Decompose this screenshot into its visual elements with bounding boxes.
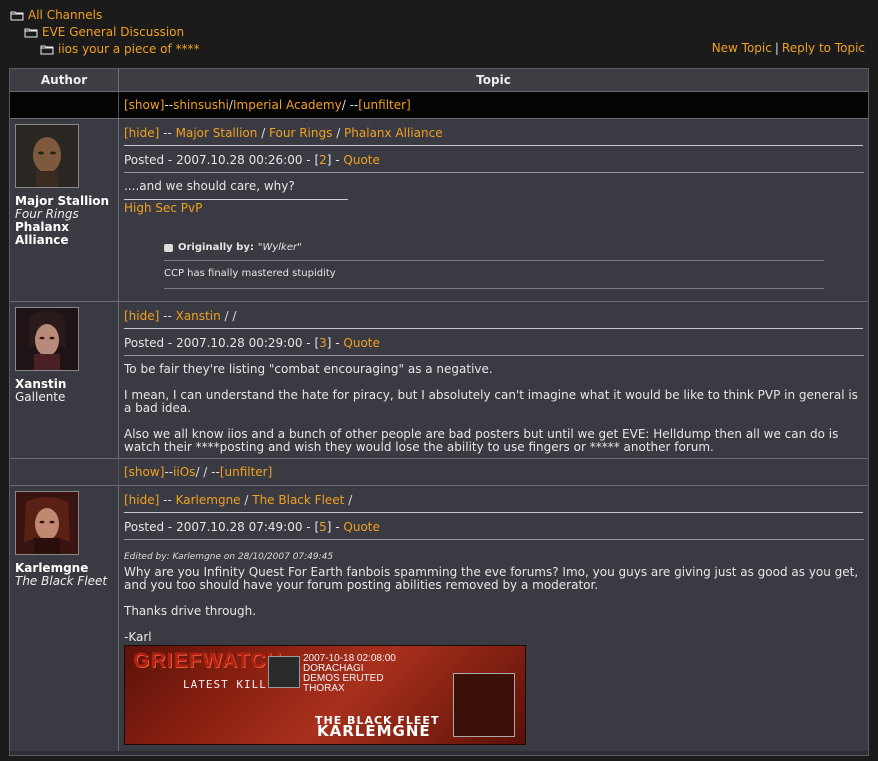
separator: | (774, 41, 779, 55)
author-cell: Karlemgne The Black Fleet (10, 486, 119, 751)
post-body: ....and we should care, why? High Sec Pv… (124, 173, 864, 289)
post-number-link[interactable]: 5 (319, 520, 327, 534)
banner-title: GRIEFWATCH (133, 649, 283, 672)
table-header: Author Topic (10, 69, 868, 92)
corp-link[interactable]: Imperial Academy (233, 98, 342, 112)
avatar (15, 124, 79, 188)
breadcrumb-item-topic[interactable]: iios your a piece of **** (10, 41, 200, 58)
hide-link[interactable]: [hide] (124, 493, 159, 507)
ship-icon (268, 656, 300, 688)
quote-link[interactable]: Quote (343, 153, 379, 167)
reply-to-topic-link[interactable]: Reply to Topic (782, 41, 865, 55)
post-meta: Posted - 2007.10.28 07:49:00 - [5] - Quo… (124, 513, 864, 540)
post-text: ....and we should care, why? (124, 179, 295, 193)
griefwatch-signature-banner[interactable]: GRIEFWATCH LATEST KILL 2007-10-18 02:08:… (124, 645, 526, 745)
author-corp: The Black Fleet (15, 574, 108, 588)
posted-date: Posted - 2007.10.28 00:29:00 - [ (124, 336, 320, 350)
avatar (15, 307, 79, 371)
posted-date: Posted - 2007.10.28 07:49:00 - [ (124, 520, 320, 534)
breadcrumb-item-eve-general[interactable]: EVE General Discussion (10, 24, 200, 41)
corp-link[interactable]: Four Rings (269, 126, 332, 140)
banner-pilot: KARLEMGNE (317, 722, 431, 740)
corp-link[interactable]: The Black Fleet (252, 493, 344, 507)
filter-line: [show] -- shinsushi / Imperial Academy /… (124, 98, 411, 112)
author-cell: Major Stallion Four Rings Phalanx Allian… (10, 119, 119, 301)
quote-block: Originally by: "Wylker" CCP has finally … (164, 241, 824, 289)
post-row: Major Stallion Four Rings Phalanx Allian… (10, 119, 868, 302)
quote-author: "Wylker" (257, 242, 302, 253)
post-content: [hide] -- Major Stallion / Four Rings / … (119, 119, 868, 301)
post-header: [hide] -- Xanstin / / (124, 307, 863, 329)
quote-text: CCP has finally mastered stupidity (164, 267, 824, 289)
portrait-image (453, 673, 515, 737)
breadcrumb-label[interactable]: All Channels (28, 7, 102, 24)
speech-bubble-icon (164, 243, 173, 252)
post-meta: Posted - 2007.10.28 00:26:00 - [2] - Quo… (124, 146, 864, 173)
post-header: [hide] -- Major Stallion / Four Rings / … (124, 124, 863, 146)
author-link[interactable]: Xanstin (176, 309, 221, 323)
show-link[interactable]: [show] (124, 465, 164, 479)
show-link[interactable]: [show] (124, 98, 164, 112)
hide-link[interactable]: [hide] (124, 126, 159, 140)
quote-label: Originally by: (178, 242, 254, 253)
post-content: [hide] -- Xanstin / / Posted - 2007.10.2… (119, 302, 868, 458)
folder-icon (10, 11, 24, 21)
topic-actions: New Topic | Reply to Topic (712, 41, 865, 55)
breadcrumb-label[interactable]: EVE General Discussion (42, 24, 184, 41)
post-meta: Posted - 2007.10.28 00:29:00 - [3] - Quo… (124, 329, 864, 356)
post-header: [hide] -- Karlemgne / The Black Fleet / (124, 491, 863, 513)
breadcrumb-item-all-channels[interactable]: All Channels (10, 7, 200, 24)
author-link[interactable]: iiOs (173, 465, 195, 479)
post-body: Edited by: Karlemgne on 28/10/2007 07:49… (124, 540, 864, 745)
unfilter-link[interactable]: [unfilter] (220, 465, 273, 479)
author-alliance: Phalanx Alliance (15, 220, 69, 247)
breadcrumb-label[interactable]: iios your a piece of **** (58, 41, 200, 58)
author-cell: Xanstin Gallente (10, 302, 119, 458)
signature-divider (124, 199, 348, 200)
post-row: Xanstin Gallente [hide] -- Xanstin / / P… (10, 302, 868, 459)
post-row: Karlemgne The Black Fleet [hide] -- Karl… (10, 486, 868, 751)
hide-link[interactable]: [hide] (124, 309, 159, 323)
post-paragraph: Why are you Infinity Quest For Earth fan… (124, 565, 859, 592)
filtered-post-row: [show] -- shinsushi / Imperial Academy /… (10, 92, 868, 119)
post-paragraph: To be fair they're listing "combat encou… (124, 362, 493, 376)
post-body: To be fair they're listing "combat encou… (124, 356, 864, 454)
kill-info: 2007-10-18 02:08:00 DORACHAGI DEMOS ERUT… (303, 654, 396, 694)
unfilter-link[interactable]: [unfilter] (358, 98, 411, 112)
new-topic-link[interactable]: New Topic (712, 41, 772, 55)
post-paragraph: -Karl (124, 630, 152, 644)
filter-line: [show] -- iiOs / / -- [unfilter] (119, 459, 868, 485)
signature-link[interactable]: High Sec PvP (124, 202, 864, 215)
author-column-header: Author (10, 69, 119, 91)
alliance-link[interactable]: Phalanx Alliance (344, 126, 443, 140)
author-link[interactable]: shinsushi (173, 98, 229, 112)
folder-icon (24, 28, 38, 38)
avatar (15, 491, 79, 555)
quote-link[interactable]: Quote (343, 336, 379, 350)
post-content: [hide] -- Karlemgne / The Black Fleet / … (119, 486, 868, 751)
folder-icon (40, 45, 54, 55)
breadcrumb: All Channels EVE General Discussion iios… (10, 7, 200, 58)
banner-subtitle: LATEST KILL (183, 678, 267, 691)
post-number-link[interactable]: 3 (319, 336, 327, 350)
edited-note: Edited by: Karlemgne on 28/10/2007 07:49… (124, 552, 334, 562)
post-paragraph: I mean, I can understand the hate for pi… (124, 388, 858, 415)
kill-line: THORAX (303, 683, 345, 694)
author-corp: Gallente (15, 390, 66, 404)
post-paragraph: Also we all know iios and a bunch of oth… (124, 427, 839, 454)
author-link[interactable]: Major Stallion (176, 126, 258, 140)
author-link[interactable]: Karlemgne (176, 493, 241, 507)
topic-table: Author Topic [show] -- shinsushi / Imper… (9, 68, 869, 756)
filtered-post-row: [show] -- iiOs / / -- [unfilter] (10, 459, 868, 486)
post-paragraph: Thanks drive through. (124, 604, 257, 618)
posted-date: Posted - 2007.10.28 00:26:00 - [ (124, 153, 320, 167)
post-number-link[interactable]: 2 (319, 153, 327, 167)
quote-link[interactable]: Quote (343, 520, 379, 534)
topic-column-header: Topic (476, 73, 511, 87)
